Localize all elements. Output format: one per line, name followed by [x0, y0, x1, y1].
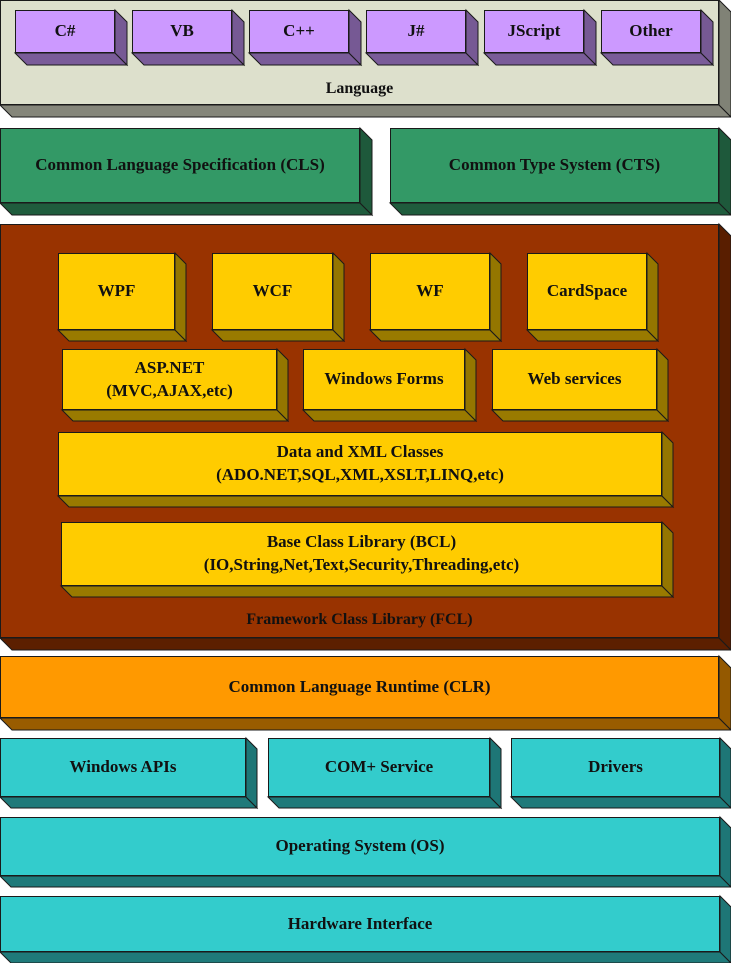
box-right-face — [719, 815, 731, 888]
box-bottom-face — [266, 796, 503, 809]
box-bottom-face — [59, 585, 675, 598]
box-bottom-face — [56, 495, 675, 508]
cls-box: Common Language Specification (CLS) — [0, 126, 374, 217]
box-bottom-face — [490, 409, 670, 422]
language-item-jscript: JScript — [482, 8, 598, 67]
language-label: Language — [325, 80, 394, 98]
fcl-item-label: WCF — [252, 281, 293, 301]
box-bottom-face — [210, 329, 346, 342]
fcl-base-class-library: Base Class Library (BCL) (IO,String,Net,… — [59, 520, 675, 599]
fcl-item-web-services: Web services — [490, 347, 670, 423]
cts-box: Common Type System (CTS) — [388, 126, 731, 216]
service-label: COM+ Service — [324, 757, 434, 777]
box-right-face — [656, 347, 669, 423]
box-bottom-face — [0, 717, 731, 731]
language-item-other: Other — [599, 8, 715, 67]
language-item-jsharp: J# — [364, 8, 480, 67]
aspnet-title: ASP.NET — [134, 357, 205, 377]
language-item-label: Other — [629, 21, 673, 41]
data-xml-subtitle: (ADO.NET,SQL,XML,XSLT,LINQ,etc) — [216, 465, 504, 484]
box-right-face — [661, 520, 674, 599]
os-label: Operating System (OS) — [275, 836, 445, 856]
box-bottom-face — [301, 409, 478, 422]
language-item-vb: VB — [130, 8, 246, 67]
box-bottom-face — [13, 52, 129, 66]
service-windows-apis: Windows APIs — [0, 736, 259, 810]
box-bottom-face — [0, 202, 374, 216]
bcl-subtitle: (IO,String,Net,Text,Security,Threading,e… — [203, 555, 520, 574]
box-right-face — [489, 736, 502, 810]
fcl-item-label: Windows Forms — [324, 369, 444, 389]
fcl-item-label: WF — [416, 281, 444, 301]
aspnet-subtitle: (MVC,AJAX,etc) — [106, 380, 233, 400]
service-com-plus: COM+ Service — [266, 736, 503, 810]
box-right-face — [718, 126, 731, 216]
box-bottom-face — [56, 329, 188, 342]
box-bottom-face — [509, 796, 731, 809]
fcl-item-aspnet: ASP.NET (MVC,AJAX,etc) — [60, 347, 290, 423]
box-right-face — [359, 126, 373, 217]
language-item-label: JScript — [507, 21, 561, 41]
box-right-face — [718, 0, 731, 118]
box-bottom-face — [525, 329, 660, 342]
box-right-face — [464, 347, 477, 423]
bcl-title: Base Class Library (BCL) — [266, 532, 457, 552]
box-right-face — [174, 251, 187, 343]
box-bottom-face — [0, 637, 731, 651]
service-label: Drivers — [588, 757, 643, 777]
box-right-face — [718, 222, 731, 651]
box-right-face — [718, 654, 731, 731]
box-bottom-face — [0, 796, 259, 809]
box-right-face — [489, 251, 502, 343]
clr-label: Common Language Runtime (CLR) — [228, 676, 491, 696]
box-right-face — [332, 251, 345, 343]
service-drivers: Drivers — [509, 736, 731, 809]
data-xml-title: Data and XML Classes — [276, 442, 444, 462]
language-item-label: J# — [407, 21, 425, 41]
fcl-item-wf: WF — [368, 251, 503, 343]
box-bottom-face — [368, 329, 503, 342]
fcl-label: Framework Class Library (FCL) — [246, 611, 473, 629]
box-bottom-face — [0, 951, 731, 963]
box-bottom-face — [482, 52, 598, 66]
box-right-face — [276, 347, 289, 423]
language-item-label: C# — [54, 21, 76, 41]
os-box: Operating System (OS) — [0, 815, 731, 888]
fcl-item-cardspace: CardSpace — [525, 251, 660, 343]
box-bottom-face — [0, 104, 731, 118]
language-item-cpp: C++ — [247, 8, 363, 67]
box-right-face — [719, 736, 731, 809]
fcl-item-label: CardSpace — [546, 281, 628, 301]
box-bottom-face — [130, 52, 246, 66]
fcl-item-label: WPF — [97, 281, 136, 301]
fcl-item-wpf: WPF — [56, 251, 188, 343]
box-right-face — [661, 430, 674, 509]
language-item-label: VB — [170, 21, 194, 41]
box-right-face — [719, 894, 731, 963]
fcl-item-label: Web services — [527, 369, 622, 389]
hardware-label: Hardware Interface — [287, 913, 433, 933]
box-bottom-face — [0, 875, 731, 888]
box-bottom-face — [364, 52, 480, 66]
service-label: Windows APIs — [69, 757, 177, 777]
fcl-item-windows-forms: Windows Forms — [301, 347, 478, 423]
fcl-item-wcf: WCF — [210, 251, 346, 343]
box-bottom-face — [247, 52, 363, 66]
box-bottom-face — [388, 202, 731, 216]
box-right-face — [245, 736, 258, 810]
language-item-csharp: C# — [13, 8, 129, 67]
cts-label: Common Type System (CTS) — [448, 155, 661, 175]
box-bottom-face — [60, 409, 290, 422]
clr-box: Common Language Runtime (CLR) — [0, 654, 731, 731]
hardware-box: Hardware Interface — [0, 894, 731, 963]
language-item-label: C++ — [283, 21, 315, 41]
fcl-data-xml-classes: Data and XML Classes (ADO.NET,SQL,XML,XS… — [56, 430, 675, 509]
box-bottom-face — [599, 52, 715, 66]
box-right-face — [646, 251, 659, 343]
cls-label: Common Language Specification (CLS) — [35, 155, 325, 175]
